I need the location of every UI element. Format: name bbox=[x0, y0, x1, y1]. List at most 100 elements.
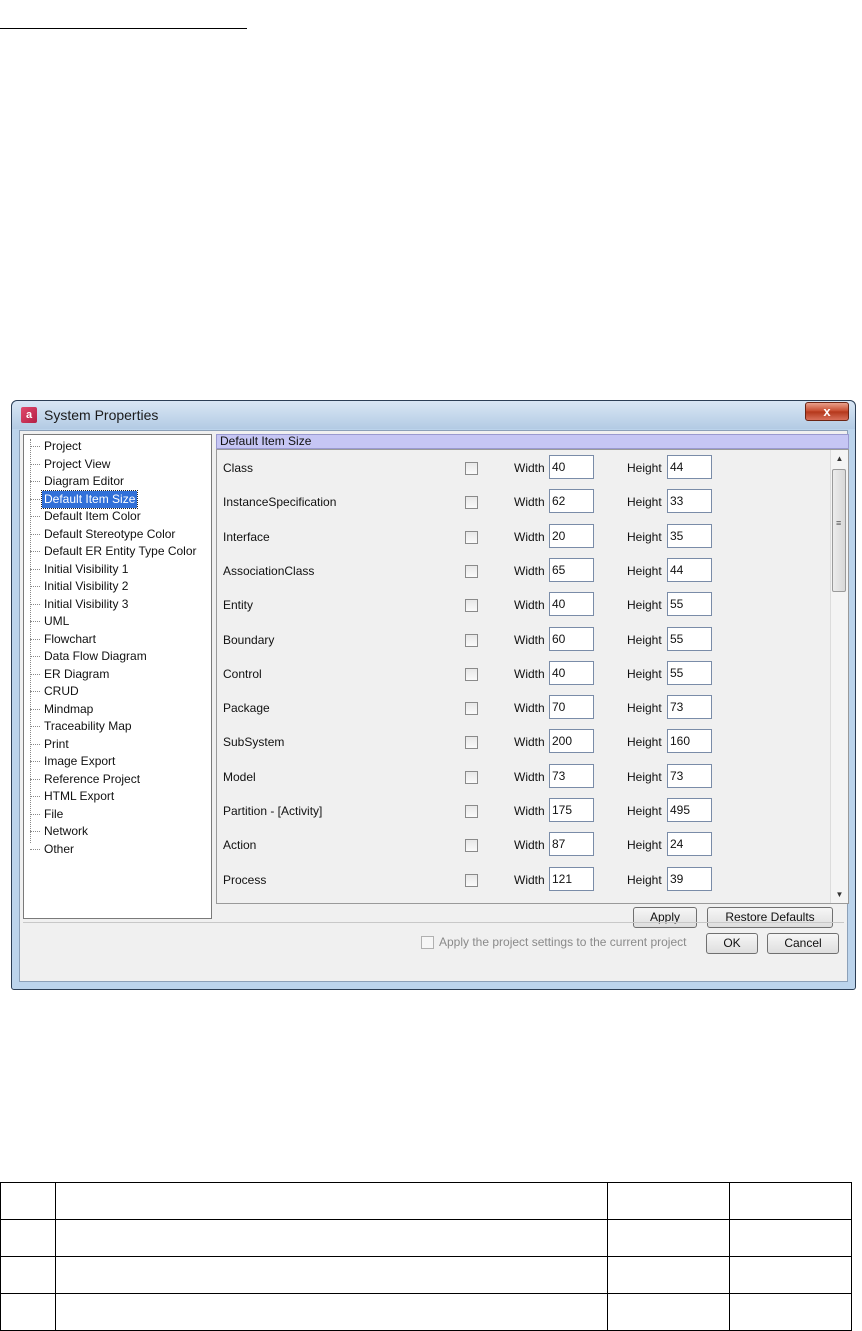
tree-item-mindmap[interactable]: Mindmap bbox=[29, 701, 95, 718]
tree-item-html-export[interactable]: HTML Export bbox=[29, 788, 116, 805]
app-icon: a bbox=[21, 407, 37, 423]
item-name: Control bbox=[223, 666, 262, 681]
item-name: Class bbox=[223, 461, 254, 475]
height-input[interactable] bbox=[667, 832, 712, 857]
width-input[interactable] bbox=[549, 523, 594, 548]
item-checkbox[interactable] bbox=[465, 599, 478, 613]
width-input[interactable] bbox=[549, 489, 594, 514]
tree-item-default-item-size[interactable]: Default Item Size bbox=[29, 489, 139, 509]
table-row bbox=[0, 1256, 852, 1294]
item-name: Interface bbox=[223, 529, 270, 544]
tree-item-er-diagram[interactable]: ER Diagram bbox=[29, 666, 111, 683]
item-size-list[interactable]: ProcessWidthHeightActionWidthHeightParti… bbox=[216, 449, 849, 904]
height-label: Height bbox=[627, 804, 662, 818]
tree-item-initial-visibility-2[interactable]: Initial Visibility 2 bbox=[29, 578, 130, 595]
tree-item-diagram-editor[interactable]: Diagram Editor bbox=[29, 473, 126, 490]
item-checkbox[interactable] bbox=[465, 736, 478, 750]
height-input[interactable] bbox=[667, 557, 712, 582]
tree-item-project[interactable]: Project bbox=[29, 438, 83, 455]
tree-item-file[interactable]: File bbox=[29, 806, 65, 823]
height-label: Height bbox=[627, 735, 662, 750]
width-input[interactable] bbox=[549, 832, 594, 857]
width-input[interactable] bbox=[549, 763, 594, 788]
tree-item-data-flow-diagram[interactable]: Data Flow Diagram bbox=[30, 648, 149, 665]
height-label: Height bbox=[627, 563, 662, 578]
height-input[interactable] bbox=[667, 798, 712, 822]
item-checkbox[interactable] bbox=[465, 633, 478, 647]
tree-item-traceability-map[interactable]: Traceability Map bbox=[30, 718, 134, 735]
item-checkbox[interactable] bbox=[465, 873, 478, 887]
width-input[interactable] bbox=[549, 626, 594, 651]
scroll-up-icon[interactable]: ▲ bbox=[831, 450, 848, 467]
item-checkbox[interactable] bbox=[465, 530, 478, 544]
tree-item-initial-visibility-3[interactable]: Initial Visibility 3 bbox=[29, 596, 130, 613]
tree-item-other[interactable]: Other bbox=[29, 841, 76, 858]
item-checkbox[interactable] bbox=[465, 496, 478, 510]
title-bar[interactable]: a System Properties x bbox=[12, 401, 855, 429]
tree-item-crud[interactable]: CRUD bbox=[30, 683, 81, 700]
height-input[interactable] bbox=[667, 763, 712, 788]
item-checkbox[interactable] bbox=[465, 770, 478, 784]
settings-tree: Project Project View Diagram Editor Default… bbox=[23, 434, 212, 919]
scroll-down-icon[interactable]: ▼ bbox=[831, 886, 848, 903]
scroll-thumb[interactable] bbox=[832, 469, 846, 592]
tree-item-default-stereotype-color[interactable]: Default Stereotype Color bbox=[29, 526, 177, 543]
item-checkbox[interactable] bbox=[465, 462, 478, 475]
height-input[interactable] bbox=[667, 489, 712, 514]
height-input[interactable] bbox=[667, 592, 712, 617]
height-input[interactable] bbox=[667, 866, 712, 891]
height-input[interactable] bbox=[667, 695, 712, 720]
width-input[interactable] bbox=[549, 729, 594, 754]
item-name: Action bbox=[223, 838, 257, 853]
item-checkbox[interactable] bbox=[465, 839, 478, 853]
apply-button[interactable]: Apply bbox=[633, 907, 697, 928]
width-input[interactable] bbox=[549, 866, 594, 891]
apply-project-label: Apply the project settings to the curren… bbox=[439, 935, 687, 949]
height-input[interactable] bbox=[667, 626, 712, 651]
item-checkbox[interactable] bbox=[465, 805, 478, 818]
tree-item-project-view[interactable]: Project View bbox=[29, 456, 112, 473]
height-label: Height bbox=[627, 461, 662, 475]
tree-item-reference-project[interactable]: Reference Project bbox=[29, 771, 142, 788]
width-input[interactable] bbox=[549, 660, 594, 685]
default-item-size-panel: Default Item Size ProcessWidthHeightActi… bbox=[216, 434, 849, 904]
width-label: Width bbox=[514, 529, 545, 544]
table-row: Control Width Height bbox=[217, 659, 829, 689]
table-row: SubSystem Width Height bbox=[217, 727, 829, 757]
width-label: Width bbox=[514, 872, 545, 887]
height-label: Height bbox=[627, 769, 662, 784]
height-input[interactable] bbox=[667, 455, 712, 479]
width-input[interactable] bbox=[549, 592, 594, 617]
item-checkbox[interactable] bbox=[465, 564, 478, 578]
tree-item-print[interactable]: Print bbox=[30, 736, 71, 753]
cancel-button[interactable]: Cancel bbox=[767, 933, 839, 954]
width-input[interactable] bbox=[549, 798, 594, 822]
item-checkbox[interactable] bbox=[465, 702, 478, 716]
height-label: Height bbox=[627, 495, 662, 510]
tree-item-uml[interactable]: UML bbox=[29, 613, 71, 630]
tree-item-flowchart[interactable]: Flowchart bbox=[29, 631, 98, 648]
item-checkbox[interactable] bbox=[465, 667, 478, 681]
height-label: Height bbox=[627, 666, 662, 681]
height-label: Height bbox=[627, 529, 662, 544]
height-input[interactable] bbox=[667, 523, 712, 548]
vertical-scrollbar[interactable]: ▲ ≡ ▼ bbox=[830, 450, 848, 903]
apply-project-checkbox[interactable] bbox=[421, 936, 434, 949]
close-button[interactable]: x bbox=[805, 402, 849, 421]
tree-item-default-er-entity-type-color[interactable]: Default ER Entity Type Color bbox=[30, 543, 199, 560]
width-input[interactable] bbox=[549, 557, 594, 582]
tree-item-image-export[interactable]: Image Export bbox=[29, 753, 117, 770]
restore-defaults-button[interactable]: Restore Defaults bbox=[707, 907, 833, 928]
height-input[interactable] bbox=[667, 660, 712, 685]
tree-item-initial-visibility-1[interactable]: Initial Visibility 1 bbox=[29, 561, 130, 578]
width-input[interactable] bbox=[549, 455, 594, 479]
width-label: Width bbox=[514, 598, 545, 613]
width-input[interactable] bbox=[549, 695, 594, 720]
tree-item-default-item-color[interactable]: Default Item Color bbox=[30, 508, 143, 525]
tree-item-network[interactable]: Network bbox=[29, 823, 90, 840]
ok-button[interactable]: OK bbox=[706, 933, 758, 954]
width-label: Width bbox=[514, 632, 545, 647]
width-label: Width bbox=[514, 804, 545, 818]
height-input[interactable] bbox=[667, 729, 712, 754]
top-rule bbox=[0, 28, 247, 29]
